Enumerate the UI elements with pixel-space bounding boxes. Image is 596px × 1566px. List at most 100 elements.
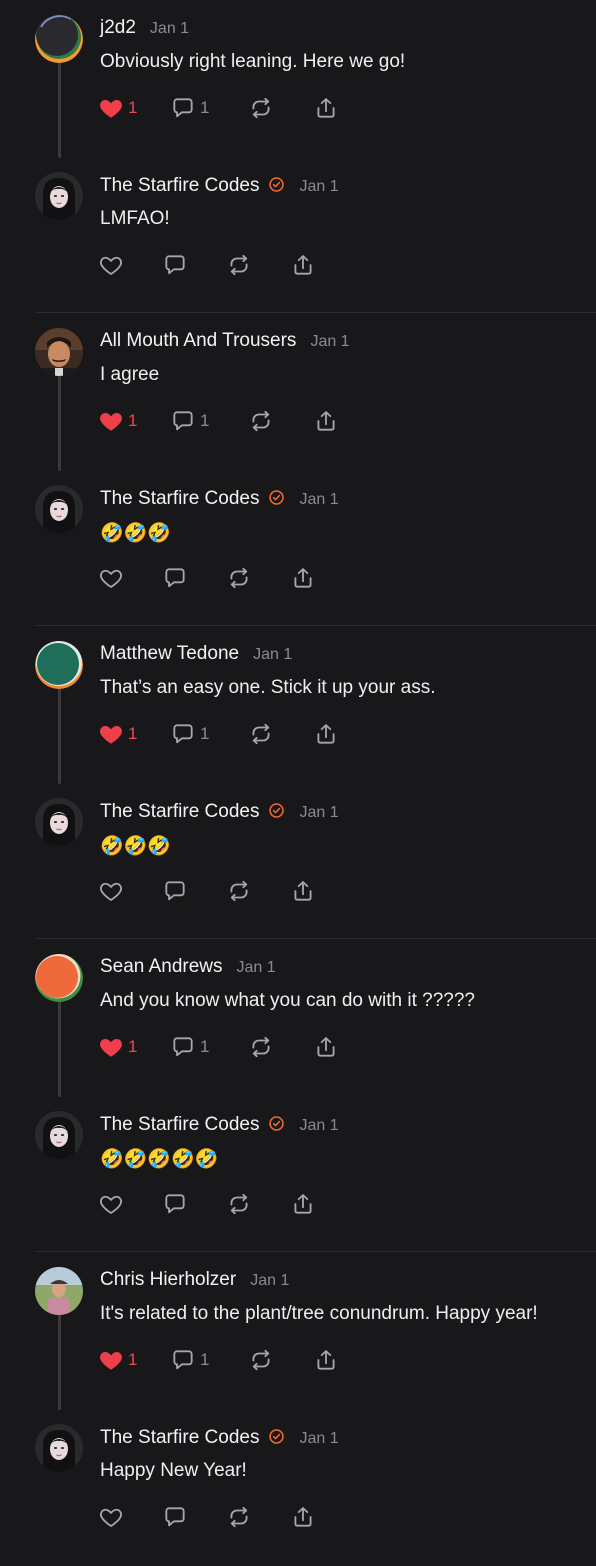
restack-button[interactable] — [248, 94, 274, 122]
reply-button[interactable]: 1 — [170, 1346, 209, 1374]
like-button[interactable]: 1 — [98, 1346, 137, 1374]
restack-button[interactable] — [248, 407, 274, 435]
restack-icon — [226, 252, 252, 278]
like-button[interactable] — [98, 877, 124, 905]
reply-button[interactable]: 1 — [170, 94, 209, 122]
author-name[interactable]: The Starfire Codes — [100, 801, 259, 823]
restack-button[interactable] — [226, 1190, 252, 1218]
comment-bubble-icon — [170, 95, 196, 121]
comment-reply: The Starfire Codes Jan 1 Happy New Year! — [0, 1409, 596, 1566]
author-name[interactable]: Sean Andrews — [100, 956, 223, 978]
avatar-chris-hierholzer[interactable] — [35, 1267, 83, 1315]
avatar-the-starfire-codes[interactable] — [35, 798, 83, 846]
author-name[interactable]: j2d2 — [100, 17, 136, 39]
comment-date[interactable]: Jan 1 — [299, 1430, 338, 1448]
comment-thread: Sean Andrews Jan 1 And you know what you c… — [0, 939, 596, 1252]
like-button[interactable] — [98, 1190, 124, 1218]
restack-icon — [248, 1347, 274, 1373]
share-button[interactable] — [290, 1190, 316, 1218]
comment-bubble-icon — [162, 878, 188, 904]
share-button[interactable] — [290, 877, 316, 905]
restack-button[interactable] — [226, 251, 252, 279]
avatar-the-starfire-codes[interactable] — [35, 485, 83, 533]
avatar-the-starfire-codes[interactable] — [35, 1111, 83, 1159]
share-icon — [313, 1034, 339, 1060]
reply-button[interactable] — [162, 877, 188, 905]
comment-thread: Matthew Tedone Jan 1 That’s an easy one. S… — [0, 626, 596, 939]
share-button[interactable] — [313, 1033, 339, 1061]
comment-date[interactable]: Jan 1 — [299, 804, 338, 822]
avatar-sean-andrews[interactable] — [35, 954, 83, 1002]
comment-meta: The Starfire Codes Jan 1 — [100, 1113, 339, 1137]
author-name[interactable]: The Starfire Codes — [100, 488, 259, 510]
author-name[interactable]: Chris Hierholzer — [100, 1269, 236, 1291]
like-button[interactable] — [98, 564, 124, 592]
share-button[interactable] — [313, 1346, 339, 1374]
avatar-the-starfire-codes[interactable] — [35, 172, 83, 220]
like-button[interactable]: 1 — [98, 720, 137, 748]
reply-button[interactable]: 1 — [170, 407, 209, 435]
comment-date[interactable]: Jan 1 — [150, 20, 189, 38]
restack-button[interactable] — [226, 1503, 252, 1531]
author-name[interactable]: The Starfire Codes — [100, 1427, 259, 1449]
comment-actions — [98, 1503, 358, 1531]
author-name[interactable]: The Starfire Codes — [100, 1114, 259, 1136]
comment-date[interactable]: Jan 1 — [299, 491, 338, 509]
like-button[interactable]: 1 — [98, 1033, 137, 1061]
verified-check-icon — [268, 1428, 285, 1445]
comment-date[interactable]: Jan 1 — [250, 1272, 289, 1290]
restack-icon — [248, 95, 274, 121]
heart-icon — [98, 95, 124, 121]
reply-button[interactable]: 1 — [170, 1033, 209, 1061]
avatar-all-mouth-and-trousers[interactable] — [35, 328, 83, 376]
comment-actions — [98, 877, 358, 905]
comment-actions: 11 — [98, 1033, 358, 1061]
comment-reply: The Starfire Codes Jan 1 🤣🤣🤣 — [0, 470, 596, 627]
heart-icon — [98, 1347, 124, 1373]
comment-meta: Sean Andrews Jan 1 — [100, 956, 276, 980]
share-button[interactable] — [313, 94, 339, 122]
comment-date[interactable]: Jan 1 — [253, 646, 292, 664]
share-icon — [313, 1347, 339, 1373]
comment-date[interactable]: Jan 1 — [310, 333, 349, 351]
verified-check-icon — [268, 176, 285, 193]
share-button[interactable] — [290, 564, 316, 592]
heart-icon — [98, 878, 124, 904]
restack-button[interactable] — [248, 1346, 274, 1374]
comment-actions: 11 — [98, 720, 358, 748]
avatar-the-starfire-codes[interactable] — [35, 1424, 83, 1472]
comment-date[interactable]: Jan 1 — [237, 959, 276, 977]
avatar-j2d2[interactable] — [35, 15, 83, 63]
share-button[interactable] — [313, 720, 339, 748]
share-button[interactable] — [290, 251, 316, 279]
restack-button[interactable] — [248, 720, 274, 748]
reply-button[interactable] — [162, 251, 188, 279]
comment-meta: Chris Hierholzer Jan 1 — [100, 1269, 289, 1293]
reply-button[interactable] — [162, 1190, 188, 1218]
restack-button[interactable] — [226, 877, 252, 905]
author-name[interactable]: All Mouth And Trousers — [100, 330, 296, 352]
avatar-matthew-tedone[interactable] — [35, 641, 83, 689]
comment-reply: The Starfire Codes Jan 1 🤣🤣🤣🤣🤣 — [0, 1096, 596, 1253]
comment-actions: 11 — [98, 1346, 358, 1374]
reply-button[interactable] — [162, 1503, 188, 1531]
comment-text: LMFAO! — [100, 208, 170, 229]
comment-date[interactable]: Jan 1 — [299, 1117, 338, 1135]
reply-button[interactable]: 1 — [170, 720, 209, 748]
author-name[interactable]: The Starfire Codes — [100, 175, 259, 197]
comment: Sean Andrews Jan 1 And you know what you c… — [0, 939, 596, 1096]
share-button[interactable] — [290, 1503, 316, 1531]
comment-text: Obviously right leaning. Here we go! — [100, 51, 406, 72]
restack-button[interactable] — [226, 564, 252, 592]
share-button[interactable] — [313, 407, 339, 435]
like-button[interactable]: 1 — [98, 407, 137, 435]
comment-date[interactable]: Jan 1 — [299, 178, 338, 196]
like-button[interactable] — [98, 251, 124, 279]
reply-button[interactable] — [162, 564, 188, 592]
author-name[interactable]: Matthew Tedone — [100, 643, 239, 665]
restack-button[interactable] — [248, 1033, 274, 1061]
restack-icon — [226, 1191, 252, 1217]
like-button[interactable]: 1 — [98, 94, 137, 122]
like-count: 1 — [128, 1037, 138, 1056]
like-button[interactable] — [98, 1503, 124, 1531]
